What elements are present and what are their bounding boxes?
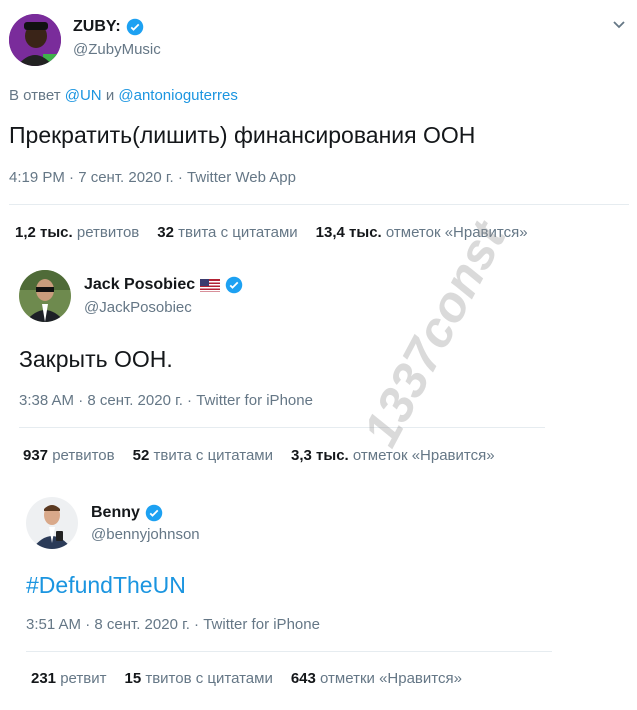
divider <box>19 427 545 428</box>
us-flag-icon <box>200 278 221 292</box>
tweet-text: Закрыть ООН. <box>19 346 173 372</box>
author-handle[interactable]: @ZubyMusic <box>73 41 161 58</box>
tweet-meta[interactable]: 3:38 AM · 8 сент. 2020 г. · Twitter for … <box>19 392 313 409</box>
retweets-stat[interactable]: 937 ретвитов <box>23 447 115 464</box>
tweet-stats: 231 ретвит 15 твитов с цитатами 643 отметк… <box>31 670 480 687</box>
author-handle[interactable]: @bennyjohnson <box>91 526 200 543</box>
tweet-meta[interactable]: 3:51 AM · 8 сент. 2020 г. · Twitter for … <box>26 616 320 633</box>
tweet-stats: 937 ретвитов 52 твита с цитатами 3,3 тыс. … <box>23 447 513 464</box>
retweets-stat[interactable]: 1,2 тыс. ретвитов <box>15 224 139 241</box>
avatar-zuby[interactable] <box>9 14 61 66</box>
tweet-text: Прекратить(лишить) финансирования ООН <box>9 122 476 148</box>
quotes-stat[interactable]: 15 твитов с цитатами <box>124 670 272 687</box>
reply-context: В ответ @UN и @antonioguterres <box>9 87 238 104</box>
author-handle[interactable]: @JackPosobiec <box>84 299 192 316</box>
watermark: 1337const <box>352 212 517 456</box>
avatar-benny[interactable] <box>26 497 78 549</box>
divider <box>9 204 629 205</box>
author-name[interactable]: Benny <box>91 504 163 522</box>
likes-stat[interactable]: 643 отметки «Нравится» <box>291 670 462 687</box>
quotes-stat[interactable]: 32 твита с цитатами <box>157 224 297 241</box>
author-name[interactable]: ZUBY: <box>73 18 144 36</box>
hashtag-link[interactable]: #DefundTheUN <box>26 572 186 599</box>
quotes-stat[interactable]: 52 твита с цитатами <box>133 447 273 464</box>
verified-badge-icon <box>145 504 163 522</box>
author-name[interactable]: Jack Posobiec <box>84 276 243 294</box>
tweet-meta[interactable]: 4:19 PM · 7 сент. 2020 г. · Twitter Web … <box>9 169 296 186</box>
avatar-jack-posobiec[interactable] <box>19 270 71 322</box>
verified-badge-icon <box>126 18 143 36</box>
verified-badge-icon <box>225 276 243 294</box>
retweets-stat[interactable]: 231 ретвит <box>31 670 106 687</box>
reply-link-antonioguterres[interactable]: @antonioguterres <box>118 87 237 104</box>
divider <box>26 651 552 652</box>
chevron-down-icon[interactable] <box>612 20 626 30</box>
reply-link-un[interactable]: @UN <box>65 87 102 104</box>
